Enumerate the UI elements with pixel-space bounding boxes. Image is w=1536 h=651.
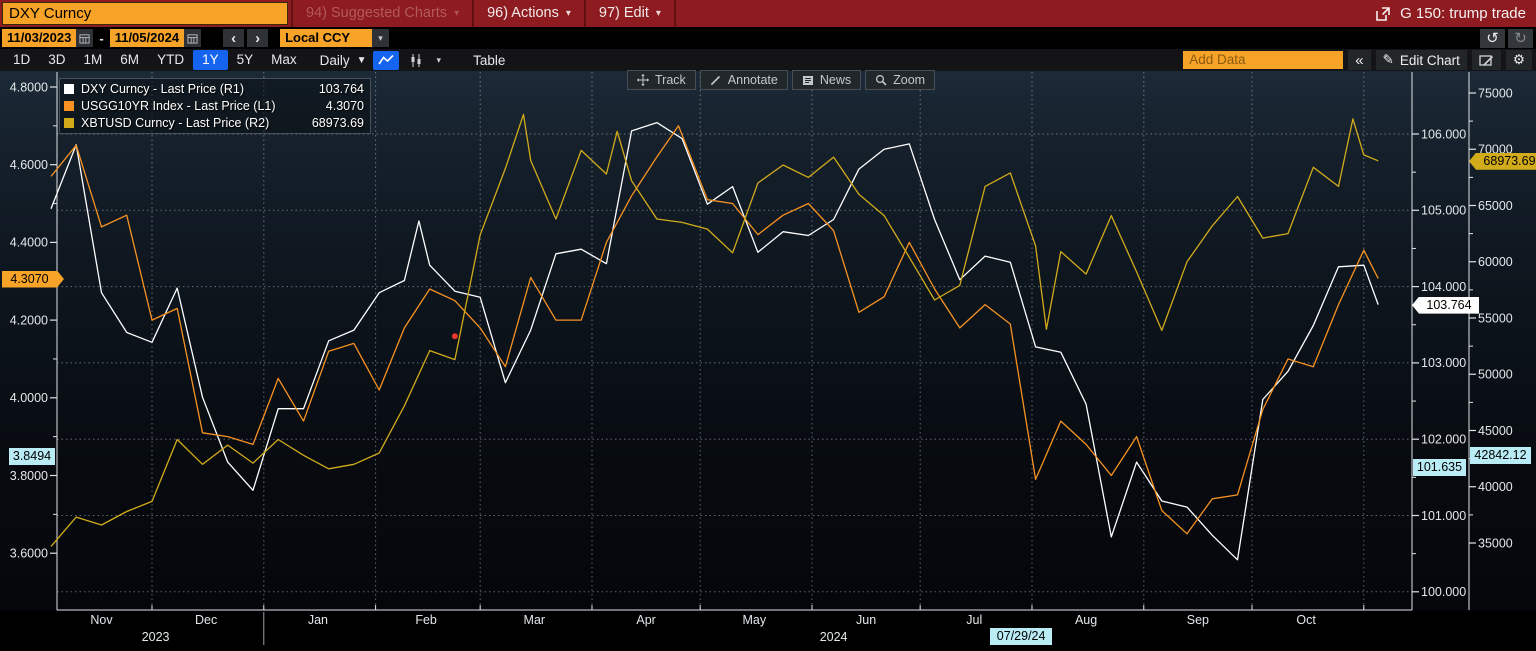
news-button[interactable]: News (792, 70, 861, 90)
chart-legend: DXY Curncy - Last Price (R1) 103.764 USG… (59, 78, 371, 134)
series-lines (51, 114, 1378, 559)
month-label: Dec (195, 613, 217, 627)
track-cursor-l1: 3.8494 (9, 448, 55, 465)
legend-row-xbtusd[interactable]: XBTUSD Curncy - Last Price (R2) 68973.69 (64, 114, 364, 131)
svg-text:4.6000: 4.6000 (10, 158, 48, 172)
track-cursor-r2: 42842.12 (1470, 447, 1531, 464)
time-axis: Nov Dec Jan Feb Mar Apr May Jun Jul Aug Sep Oct 2023… (90, 605, 1363, 645)
svg-text:3.6000: 3.6000 (10, 547, 48, 561)
month-label: Apr (636, 613, 655, 627)
svg-text:4.2000: 4.2000 (10, 313, 48, 327)
svg-text:106.000: 106.000 (1421, 127, 1466, 141)
legend-row-dxy[interactable]: DXY Curncy - Last Price (R1) 103.764 (64, 80, 364, 97)
legend-row-usgg10yr[interactable]: USGG10YR Index - Last Price (L1) 4.3070 (64, 97, 364, 114)
annotation-dot (452, 333, 458, 339)
svg-text:101.000: 101.000 (1421, 509, 1466, 523)
month-label: Mar (524, 613, 546, 627)
annotate-button[interactable]: Annotate (700, 70, 788, 90)
month-label: Jul (966, 613, 982, 627)
svg-text:75000: 75000 (1478, 86, 1513, 100)
dxy-swatch (64, 84, 74, 94)
usgg10yr-swatch (64, 101, 74, 111)
series-r1 (51, 123, 1378, 560)
last-price-badge-r2: 68973.69 (1469, 153, 1536, 170)
year-label: 2024 (820, 630, 848, 644)
month-label: Sep (1187, 613, 1209, 627)
pencil-icon (710, 74, 722, 86)
svg-text:3.8000: 3.8000 (10, 469, 48, 483)
magnifier-icon (875, 74, 887, 86)
r1-axis: 106.000 105.000 104.000 103.000 102.000 101.0… (1412, 127, 1466, 599)
svg-text:60000: 60000 (1478, 255, 1513, 269)
month-label: Feb (415, 613, 437, 627)
series-r2 (51, 114, 1378, 546)
svg-text:100.000: 100.000 (1421, 585, 1466, 599)
svg-text:50000: 50000 (1478, 368, 1513, 382)
svg-text:35000: 35000 (1478, 536, 1513, 550)
svg-text:40000: 40000 (1478, 480, 1513, 494)
axes (57, 72, 1469, 610)
track-button[interactable]: Track (627, 70, 696, 90)
year-label: 2023 (142, 630, 170, 644)
svg-text:102.000: 102.000 (1421, 433, 1466, 447)
month-label: Oct (1296, 613, 1316, 627)
series-l1 (51, 126, 1378, 534)
xbtusd-swatch (64, 118, 74, 128)
svg-text:4.4000: 4.4000 (10, 236, 48, 250)
track-cursor-date: 07/29/24 (990, 628, 1052, 645)
month-label: Aug (1075, 613, 1097, 627)
svg-text:45000: 45000 (1478, 424, 1513, 438)
svg-text:55000: 55000 (1478, 311, 1513, 325)
last-price-badge-l1: 4.3070 (2, 271, 64, 288)
svg-text:103.000: 103.000 (1421, 356, 1466, 370)
chart-tools: Track Annotate News Zoom (627, 70, 935, 90)
l1-axis: 4.8000 4.6000 4.4000 4.2000 4.0000 3.8000 3.60… (10, 80, 57, 560)
month-label: May (742, 613, 766, 627)
last-price-badge-r1: 103.764 (1412, 297, 1479, 314)
bloomberg-terminal-chart: { "header": { "security_input": "DXY Cur… (0, 0, 1536, 651)
gridlines (57, 72, 1412, 610)
svg-text:65000: 65000 (1478, 199, 1513, 213)
crosshair-icon (637, 74, 649, 86)
month-label: Jan (308, 613, 328, 627)
svg-text:4.0000: 4.0000 (10, 391, 48, 405)
month-label: Jun (856, 613, 876, 627)
track-cursor-r1: 101.635 (1413, 459, 1466, 476)
svg-text:4.8000: 4.8000 (10, 80, 48, 94)
month-label: Nov (90, 613, 113, 627)
svg-text:104.000: 104.000 (1421, 280, 1466, 294)
svg-text:105.000: 105.000 (1421, 204, 1466, 218)
zoom-button[interactable]: Zoom (865, 70, 935, 90)
news-icon (802, 75, 814, 86)
